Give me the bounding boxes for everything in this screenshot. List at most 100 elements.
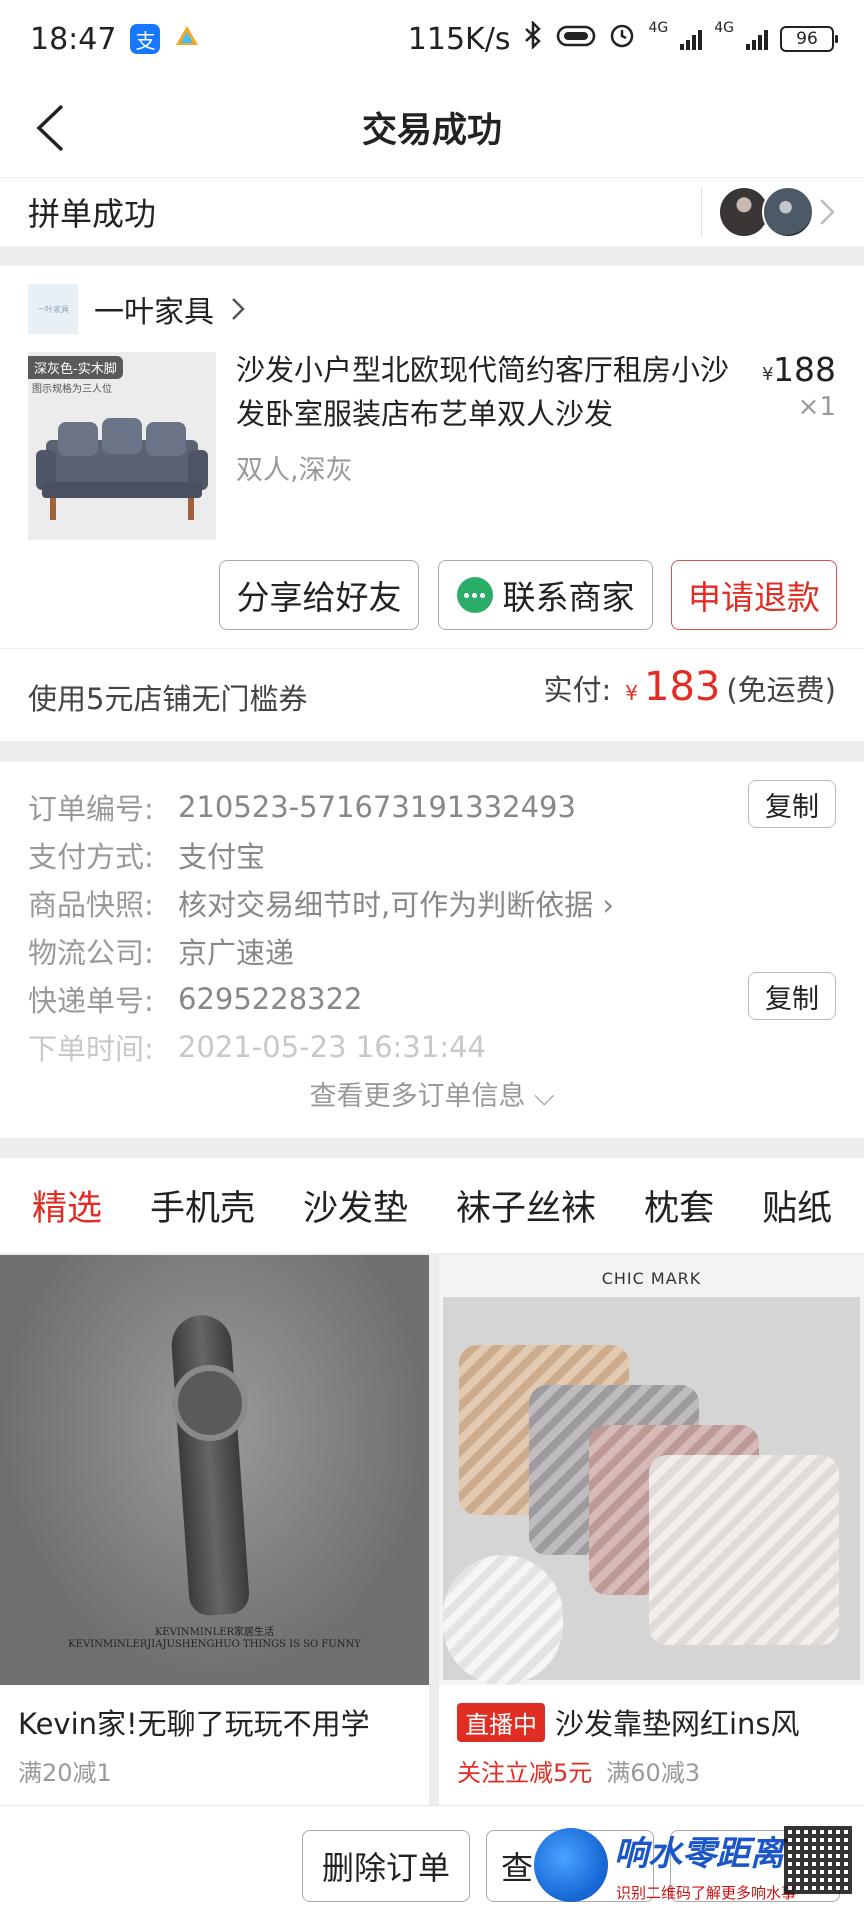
copy-order-number-button[interactable]: 复制 (748, 780, 836, 828)
recommend-title: 直播中 沙发靠垫网红ins风 (439, 1685, 864, 1743)
recommend-promo: 满20减1 (0, 1743, 429, 1788)
shipping-note: (免运费) (726, 673, 836, 707)
recommend-promo: 关注立减5元 满60减3 (439, 1743, 864, 1788)
more-order-info-button[interactable]: 查看更多订单信息 ⌵ (0, 1074, 864, 1113)
page-title: 交易成功 (361, 111, 502, 151)
signal-icon-2 (746, 28, 768, 50)
group-buy-row[interactable]: 拼单成功 (0, 178, 864, 246)
tab-pillowcase[interactable]: 枕套 (644, 1180, 714, 1231)
recommend-title: Kevin家!无聊了玩玩不用学 (0, 1685, 429, 1743)
network-type-2: 4G (714, 20, 734, 36)
group-buy-status: 拼单成功 (28, 195, 157, 233)
order-info-card: 订单编号: 210523-571673191332493 复制 支付方式: 支付… (0, 762, 864, 1138)
signal-icon (680, 28, 703, 50)
order-time-row: 下单时间: 2021-05-23 16:31:44 (28, 1026, 836, 1068)
logistics-button-label: 查 (501, 1849, 534, 1887)
delete-label: 删除订单 (321, 1849, 450, 1887)
refund-label: 申请退款 (688, 578, 820, 617)
network-type-1: 4G (648, 20, 669, 36)
category-tabs: 精选 手机壳 沙发垫 袜子丝袜 枕套 贴纸 (0, 1158, 864, 1261)
order-product-card: 一叶家具 一叶家具 深灰色-实木脚 图示规格为三人位 沙发小户型北欧现代简约客厅… (0, 266, 864, 741)
tracking-label: 快递单号: (28, 984, 154, 1018)
product-image: KEVINMINLER家居生活 KEVINMINLERJIAJUSHENGHUO… (0, 1255, 429, 1685)
app-logo-icon (174, 22, 200, 57)
image-caption: KEVINMINLER家居生活 (154, 1627, 275, 1638)
promo-text: 满20减1 (18, 1759, 112, 1787)
tab-sofa-cushion[interactable]: 沙发垫 (303, 1180, 408, 1231)
product-quantity: ×1 (797, 392, 836, 422)
recommend-item[interactable]: KEVINMINLER家居生活 KEVINMINLERJIAJUSHENGHUO… (0, 1255, 429, 1815)
sofa-illustration (36, 418, 208, 520)
paid-label: 实付: (543, 673, 612, 707)
product-title[interactable]: 沙发小户型北欧现代简约客厅租房小沙发卧室服装店布艺单双人沙发 (236, 348, 736, 436)
logistics-label: 物流公司: (28, 936, 154, 970)
divider (701, 189, 702, 235)
share-button[interactable]: 分享给好友 (219, 560, 419, 630)
watermark-logo-icon (534, 1828, 608, 1902)
share-label: 分享给好友 (236, 578, 402, 617)
chevron-left-icon (36, 104, 64, 152)
back-button[interactable] (22, 100, 78, 156)
payment-method: 支付宝 (178, 840, 266, 874)
payment-method-row: 支付方式: 支付宝 (28, 834, 836, 876)
kazoo-shape (169, 1313, 251, 1617)
product-image: CHIC MARK (439, 1255, 864, 1685)
order-number-label: 订单编号: (28, 792, 154, 826)
alarm-icon (608, 21, 636, 57)
tab-featured[interactable]: 精选 (32, 1180, 103, 1261)
shop-link[interactable]: 一叶家具 一叶家具 (28, 284, 246, 334)
paid-amount: 183 (644, 664, 721, 710)
shop-logo: 一叶家具 (28, 284, 78, 334)
tab-stickers[interactable]: 贴纸 (762, 1180, 832, 1231)
copy-tracking-button[interactable]: 复制 (748, 972, 836, 1020)
fur-shape (443, 1555, 563, 1685)
tab-phone-case[interactable]: 手机壳 (150, 1180, 255, 1231)
brand-text: CHIC MARK (601, 1269, 702, 1288)
payment-method-label: 支付方式: (28, 840, 154, 874)
battery-icon: 96 (780, 26, 838, 52)
payment-summary: 实付: ¥ 183 (免运费) (543, 664, 836, 710)
snapshot-label: 商品快照: (28, 888, 154, 922)
status-bar: 18:47 支 115K/s 4G 4G 96 (0, 0, 864, 78)
contact-label: 联系商家 (502, 578, 635, 617)
order-number: 210523-571673191332493 (178, 790, 576, 824)
chevron-right-icon (820, 199, 835, 225)
logistics-company: 京广速递 (178, 936, 295, 970)
recommend-grid: KEVINMINLER家居生活 KEVINMINLERJIAJUSHENGHUO… (0, 1255, 864, 1815)
refund-button[interactable]: 申请退款 (671, 560, 837, 630)
live-badge: 直播中 (457, 1702, 545, 1742)
recommend-title-text: Kevin家!无聊了玩玩不用学 (18, 1707, 370, 1741)
coupon-text: 使用5元店铺无门槛券 (28, 682, 308, 716)
delete-order-button[interactable]: 删除订单 (302, 1830, 470, 1902)
pillow-shape (649, 1455, 839, 1645)
watermark-subtext: 识别二维码了解更多响水事 (616, 1884, 797, 1902)
avatar (762, 186, 814, 238)
watermark: 响水零距离 识别二维码了解更多响水事 (530, 1822, 864, 1920)
contact-seller-button[interactable]: 联系商家 (438, 560, 653, 630)
shop-name: 一叶家具 (94, 295, 214, 330)
snapshot-link[interactable]: 核对交易细节时,可作为判断依据 › (178, 882, 614, 924)
product-spec: 双人,深灰 (236, 455, 353, 486)
image-caption: KEVINMINLERJIAJUSHENGHUO THINGS IS SO FU… (68, 1639, 361, 1650)
tracking-number: 6295228322 (178, 982, 363, 1016)
order-time: 2021-05-23 16:31:44 (178, 1030, 486, 1064)
product-image[interactable]: 深灰色-实木脚 图示规格为三人位 (28, 352, 216, 540)
follow-promo: 关注立减5元 (457, 1759, 593, 1787)
chat-icon (456, 577, 493, 613)
product-price: 188 (773, 350, 836, 389)
tracking-row: 快递单号: 6295228322 复制 (28, 972, 836, 1020)
promo-text: 满60减3 (606, 1759, 701, 1787)
net-speed: 115K/s (407, 21, 511, 57)
status-time: 18:47 (30, 21, 117, 57)
logistics-row: 物流公司: 京广速递 (28, 930, 836, 972)
order-time-label: 下单时间: (28, 1032, 154, 1066)
order-number-row: 订单编号: 210523-571673191332493 复制 (28, 780, 836, 828)
snapshot-row[interactable]: 商品快照: 核对交易细节时,可作为判断依据 › (28, 882, 836, 924)
page-header: 交易成功 (0, 78, 864, 178)
paid-symbol: ¥ (625, 681, 638, 705)
tab-socks[interactable]: 袜子丝袜 (456, 1180, 596, 1231)
chevron-right-icon (232, 298, 245, 320)
recommend-item[interactable]: CHIC MARK 直播中 沙发靠垫网红ins风 关注立减5元 满60减3 (439, 1255, 864, 1815)
recommend-title-text: 沙发靠垫网红ins风 (555, 1707, 800, 1741)
price-symbol: ¥ (762, 364, 774, 385)
